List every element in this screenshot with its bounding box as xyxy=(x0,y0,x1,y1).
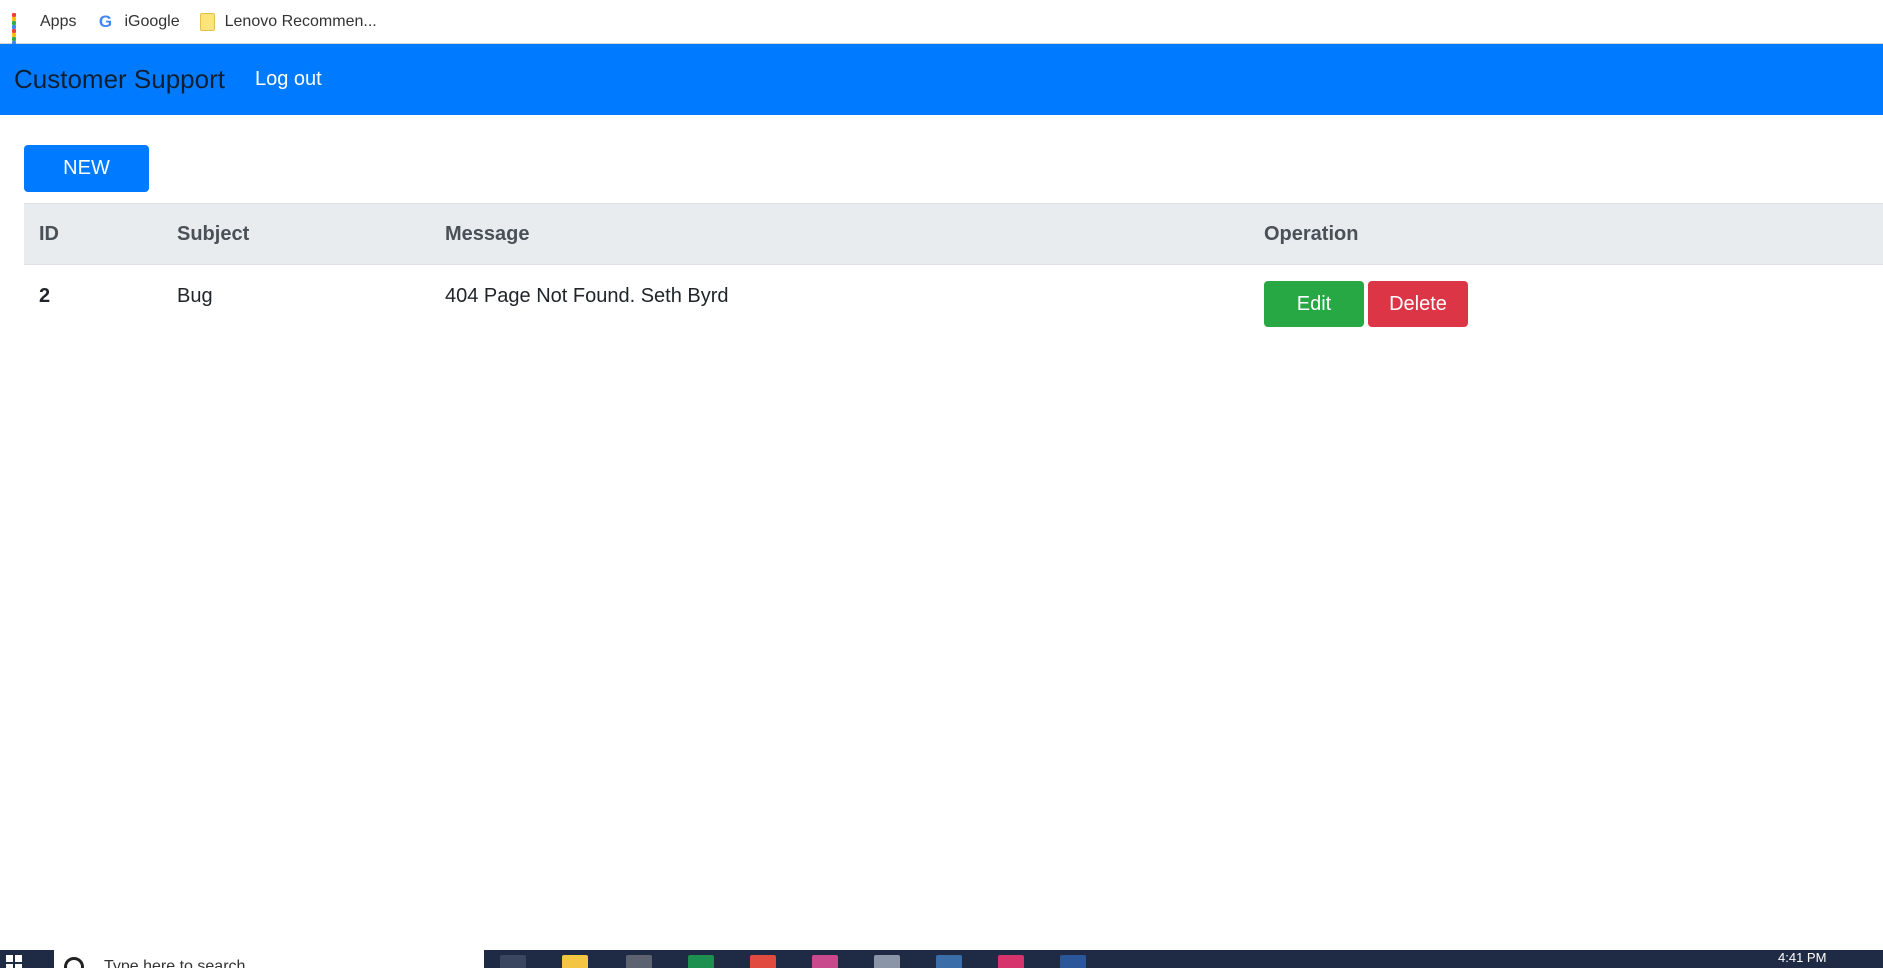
cell-operation: Edit Delete xyxy=(1249,265,1883,344)
google-g-icon: G xyxy=(98,11,113,31)
chrome-icon[interactable] xyxy=(750,955,776,968)
cell-id: 2 xyxy=(39,284,51,307)
main-content: NEW ID Subject Message Operation 2 Bug 4… xyxy=(24,145,1883,343)
column-header-operation: Operation xyxy=(1249,203,1883,265)
edit-button[interactable]: Edit xyxy=(1264,281,1364,327)
new-ticket-button[interactable]: NEW xyxy=(24,145,149,192)
taskbar-search-box[interactable]: Type here to search xyxy=(54,950,484,968)
logout-link[interactable]: Log out xyxy=(255,68,322,91)
table-row: 2 Bug 404 Page Not Found. Seth Byrd Edit… xyxy=(24,265,1883,344)
column-header-id: ID xyxy=(24,203,162,265)
tickets-table: ID Subject Message Operation 2 Bug 404 P… xyxy=(24,203,1883,343)
folder-icon xyxy=(199,12,215,31)
brand-title[interactable]: Customer Support xyxy=(14,64,225,95)
database-icon[interactable] xyxy=(936,955,962,968)
windows-start-icon[interactable] xyxy=(6,955,22,968)
file-explorer-icon[interactable] xyxy=(562,955,588,968)
bookmark-lenovo[interactable]: Lenovo Recommen... xyxy=(199,12,377,31)
cell-subject: Bug xyxy=(177,284,213,307)
system-clock[interactable]: 4:41 PM xyxy=(1778,950,1826,965)
bookmark-label: Apps xyxy=(40,12,77,30)
bookmark-igoogle[interactable]: G iGoogle xyxy=(96,11,180,31)
task-view-icon[interactable] xyxy=(500,955,526,968)
word-icon[interactable] xyxy=(1060,955,1086,968)
delete-button[interactable]: Delete xyxy=(1368,281,1468,327)
bookmark-label: iGoogle xyxy=(124,12,180,30)
app-icon[interactable] xyxy=(626,955,652,968)
bookmark-label: Lenovo Recommen... xyxy=(224,12,377,30)
apps-grid-icon xyxy=(12,12,30,49)
bookmark-apps[interactable]: Apps xyxy=(12,12,77,49)
excel-icon[interactable] xyxy=(688,955,714,968)
column-header-message: Message xyxy=(430,203,1249,265)
settings-gear-icon[interactable] xyxy=(874,955,900,968)
ide-icon[interactable] xyxy=(998,955,1024,968)
cell-message: 404 Page Not Found. Seth Byrd xyxy=(445,284,729,307)
column-header-subject: Subject xyxy=(162,203,430,265)
bookmarks-bar: Apps G iGoogle Lenovo Recommen... xyxy=(0,0,1883,49)
paint-icon[interactable] xyxy=(812,955,838,968)
navbar: Customer Support Log out xyxy=(0,44,1883,115)
search-icon xyxy=(64,957,84,968)
windows-taskbar: Type here to search 4:41 PM xyxy=(0,950,1883,968)
taskbar-search-placeholder: Type here to search xyxy=(104,958,246,968)
table-header-row: ID Subject Message Operation xyxy=(24,203,1883,265)
